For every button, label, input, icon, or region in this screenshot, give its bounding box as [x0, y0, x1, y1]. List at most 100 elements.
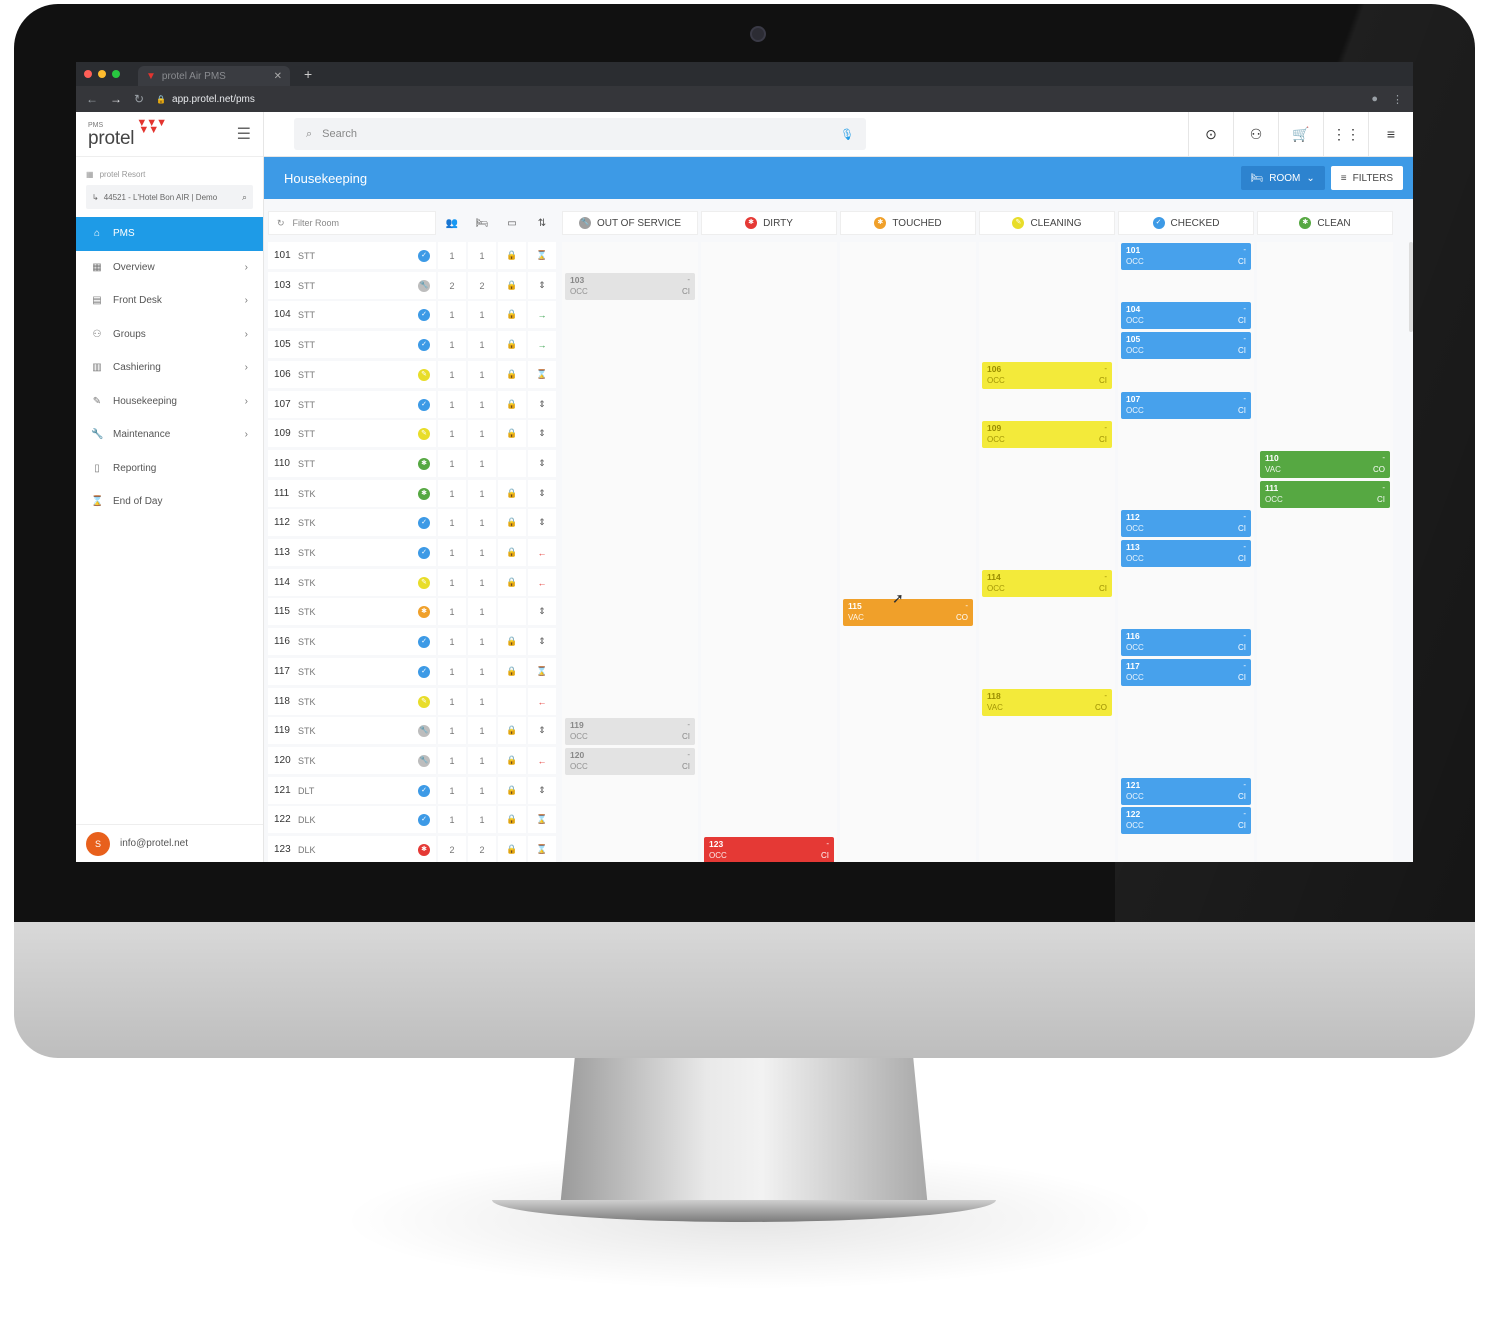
room-card[interactable]: 104 OCC - CI	[1121, 302, 1251, 329]
cleaning-status-icon[interactable]: ✎	[418, 576, 430, 589]
lock-icon[interactable]: 🔒	[498, 836, 526, 862]
forward-icon[interactable]: →	[110, 92, 122, 106]
cleaning-status-icon[interactable]: ✎	[418, 427, 430, 440]
checked-status-icon[interactable]: ✓	[418, 784, 430, 797]
lock-icon[interactable]: 🔒	[498, 242, 526, 269]
checked-status-icon[interactable]: ✓	[418, 813, 430, 826]
sidebar-item-housekeeping[interactable]: ✎ Housekeeping ›	[76, 385, 263, 419]
browser-menu-icon[interactable]: ⋮	[1392, 93, 1403, 106]
table-row[interactable]: 121 DLT ✓	[268, 777, 436, 804]
room-card[interactable]: 109 OCC - CI	[982, 421, 1112, 448]
table-row[interactable]: 109 STT ✎	[268, 420, 436, 447]
dirty-status-icon[interactable]: ✱	[418, 843, 430, 856]
oos-status-icon[interactable]: 🔧	[418, 754, 430, 767]
cleaning-status-icon[interactable]: ✎	[418, 368, 430, 381]
url-field[interactable]: 🔒 app.protel.net/pms	[156, 94, 255, 105]
lock-icon[interactable]: 🔒	[498, 747, 526, 774]
apps-grid-icon[interactable]: ⋮⋮	[1323, 111, 1368, 157]
clean-status-icon[interactable]: ✱	[418, 457, 430, 470]
checked-status-icon[interactable]: ✓	[418, 338, 430, 351]
table-row[interactable]: 119 STK 🔧	[268, 717, 436, 744]
lock-icon[interactable]: 🔒	[498, 361, 526, 388]
sidebar-item-front-desk[interactable]: ▤ Front Desk ›	[76, 284, 263, 318]
sidebar-item-cashiering[interactable]: ▥ Cashiering ›	[76, 351, 263, 385]
room-card[interactable]: 111 OCC - CI	[1260, 481, 1390, 508]
table-row[interactable]: 120 STK 🔧	[268, 747, 436, 774]
room-card[interactable]: 117 OCC - CI	[1121, 659, 1251, 686]
browser-tab[interactable]: ▼ protel Air PMS ✕	[138, 66, 290, 86]
beds-icon[interactable]: 🛏	[468, 211, 496, 235]
microphone-icon[interactable]: 🎙	[840, 128, 854, 141]
table-row[interactable]: 107 STT ✓	[268, 391, 436, 418]
lock-icon[interactable]: 🔒	[498, 272, 526, 299]
lock-icon[interactable]: 🔒	[498, 301, 526, 328]
room-card[interactable]: 106 OCC - CI	[982, 362, 1112, 389]
lock-icon[interactable]: 🔒	[498, 628, 526, 655]
sidebar-item-maintenance[interactable]: 🔧 Maintenance ›	[76, 418, 263, 452]
checked-status-icon[interactable]: ✓	[418, 665, 430, 678]
table-row[interactable]: 101 STT ✓	[268, 242, 436, 269]
sidebar-item-end-of-day[interactable]: ⌛ End of Day	[76, 485, 263, 519]
touched-status-icon[interactable]: ✱	[418, 605, 430, 618]
table-row[interactable]: 111 STK ✱	[268, 480, 436, 507]
oos-status-icon[interactable]: 🔧	[418, 724, 430, 737]
column-header-touched[interactable]: ✱ TOUCHED	[840, 211, 976, 235]
sidebar-item-groups[interactable]: ⚇ Groups ›	[76, 318, 263, 352]
cart-icon[interactable]: 🛒	[1278, 111, 1323, 157]
new-tab-icon[interactable]: +	[304, 66, 312, 82]
room-card[interactable]: 103 OCC - CI	[565, 273, 695, 300]
table-row[interactable]: 116 STK ✓	[268, 628, 436, 655]
lock-icon[interactable]: 🔒	[498, 509, 526, 536]
room-card[interactable]: 112 OCC - CI	[1121, 510, 1251, 537]
table-row[interactable]: 106 STT ✎	[268, 361, 436, 388]
refresh-icon[interactable]: ↻	[277, 218, 285, 229]
table-row[interactable]: 112 STK ✓	[268, 509, 436, 536]
profile-icon[interactable]: ●	[1371, 93, 1378, 106]
table-row[interactable]: 105 STT ✓	[268, 331, 436, 358]
back-icon[interactable]: ←	[86, 92, 98, 106]
lock-icon[interactable]	[498, 598, 526, 625]
sidebar-item-reporting[interactable]: ▯ Reporting	[76, 452, 263, 486]
monitor-icon[interactable]: ▭	[498, 211, 526, 235]
table-row[interactable]: 113 STK ✓	[268, 539, 436, 566]
close-window-icon[interactable]	[84, 70, 92, 78]
sidebar-item-pms[interactable]: ⌂ PMS	[76, 217, 263, 251]
cleaning-status-icon[interactable]: ✎	[418, 695, 430, 708]
room-card[interactable]: 113 OCC - CI	[1121, 540, 1251, 567]
column-header-cleaning[interactable]: ✎ CLEANING	[979, 211, 1115, 235]
room-card[interactable]: 107 OCC - CI	[1121, 392, 1251, 419]
lock-icon[interactable]: 🔒	[498, 717, 526, 744]
guests-icon[interactable]: 👥	[438, 211, 466, 235]
room-view-button[interactable]: 🛏 ROOM ⌄	[1240, 166, 1325, 190]
maximize-window-icon[interactable]	[112, 70, 120, 78]
room-card[interactable]: 110 VAC - CO	[1260, 451, 1390, 478]
lock-icon[interactable]: 🔒	[498, 480, 526, 507]
lock-icon[interactable]: 🔒	[498, 539, 526, 566]
lock-icon[interactable]: 🔒	[498, 420, 526, 447]
clean-status-icon[interactable]: ✱	[418, 487, 430, 500]
hotel-selector[interactable]: ↳ 44521 - L'Hotel Bon AIR | Demo ⌕	[86, 185, 253, 209]
room-card[interactable]: 120 OCC - CI	[565, 748, 695, 775]
room-card[interactable]: 119 OCC - CI	[565, 718, 695, 745]
minimize-window-icon[interactable]	[98, 70, 106, 78]
tab-close-icon[interactable]: ✕	[274, 71, 282, 82]
table-row[interactable]: 123 DLK ✱	[268, 836, 436, 862]
room-card[interactable]: 114 OCC - CI	[982, 570, 1112, 597]
filters-button[interactable]: ≡ FILTERS	[1330, 166, 1403, 190]
table-row[interactable]: 103 STT 🔧	[268, 272, 436, 299]
room-card[interactable]: 122 OCC - CI	[1121, 807, 1251, 834]
search-icon[interactable]: ⌕	[242, 192, 247, 203]
lock-icon[interactable]: 🔒	[498, 658, 526, 685]
room-card[interactable]: 105 OCC - CI	[1121, 332, 1251, 359]
checked-status-icon[interactable]: ✓	[418, 398, 430, 411]
column-header-out-of-service[interactable]: 🔧 OUT OF SERVICE	[562, 211, 698, 235]
room-card[interactable]: 115 VAC - CO	[843, 599, 973, 626]
table-row[interactable]: 122 DLK ✓	[268, 806, 436, 833]
checked-status-icon[interactable]: ✓	[418, 308, 430, 321]
column-header-dirty[interactable]: ✱ DIRTY	[701, 211, 837, 235]
checked-status-icon[interactable]: ✓	[418, 249, 430, 262]
table-row[interactable]: 117 STK ✓	[268, 658, 436, 685]
table-row[interactable]: 110 STT ✱	[268, 450, 436, 477]
lock-icon[interactable]: 🔒	[498, 569, 526, 596]
menu-toggle-icon[interactable]: ☰	[237, 124, 251, 144]
